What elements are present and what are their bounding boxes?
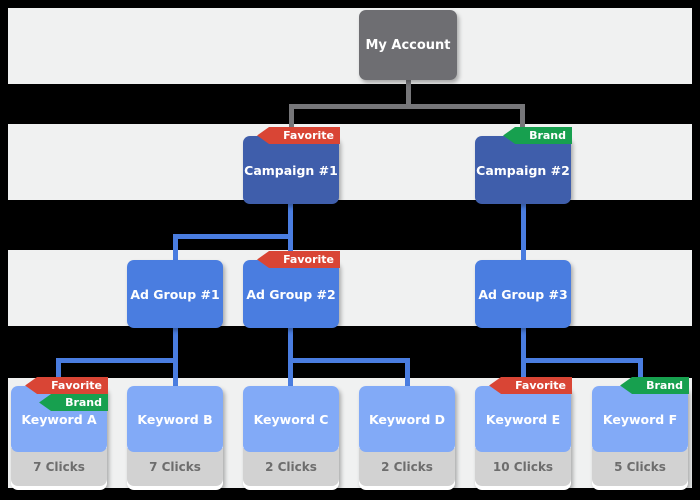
- node-adgroup-1[interactable]: Ad Group #1: [127, 260, 223, 328]
- keyword-e-head: Keyword E: [475, 386, 571, 452]
- connector-account-to-camp1: [289, 104, 294, 130]
- connector-adgroup2-bus: [288, 358, 410, 363]
- node-keyword-e[interactable]: Favorite Keyword E 10 Clicks: [475, 377, 572, 490]
- node-label-adgroup-1: Ad Group #1: [130, 286, 220, 302]
- connector-adgroup2-to-keywordD: [405, 358, 410, 386]
- keyword-f-metric: 5 Clicks: [592, 448, 688, 486]
- node-label-adgroup-3: Ad Group #3: [478, 286, 568, 302]
- metric-value-keyword-a: 7 Clicks: [33, 460, 85, 474]
- connector-account-bus: [289, 104, 525, 109]
- connector-adgroup1-to-keywordB: [173, 358, 178, 386]
- node-label-keyword-e: Keyword E: [485, 411, 561, 427]
- metric-value-keyword-c: 2 Clicks: [265, 460, 317, 474]
- node-campaign-2[interactable]: Brand Campaign #2: [475, 127, 572, 204]
- metric-value-keyword-b: 7 Clicks: [149, 460, 201, 474]
- connector-adgroup1-to-keywordA: [56, 358, 61, 386]
- keyword-a-head: Keyword A: [11, 386, 107, 452]
- node-campaign-1[interactable]: Favorite Campaign #1: [243, 127, 340, 204]
- connector-adgroup2-to-keywordC: [288, 358, 293, 386]
- connector-camp1-to-adgroup1: [173, 234, 178, 260]
- keyword-d-head: Keyword D: [359, 386, 455, 452]
- connector-account-stem: [406, 78, 411, 104]
- diagram-canvas: My Account Favorite Campaign #1 Brand Ca…: [0, 0, 700, 500]
- connector-camp2-to-adgroup3: [521, 198, 526, 260]
- keyword-b-head: Keyword B: [127, 386, 223, 452]
- keyword-b-metric: 7 Clicks: [127, 448, 223, 486]
- connector-adgroup3-to-keywordE: [521, 358, 526, 386]
- node-my-account[interactable]: My Account: [359, 10, 457, 80]
- connector-adgroup3-bus: [521, 358, 643, 363]
- node-keyword-c[interactable]: Keyword C 2 Clicks: [243, 386, 339, 490]
- keyword-d-metric: 2 Clicks: [359, 448, 455, 486]
- node-keyword-b[interactable]: Keyword B 7 Clicks: [127, 386, 223, 490]
- connector-adgroup3-to-keywordF: [638, 358, 643, 386]
- node-label-keyword-c: Keyword C: [253, 411, 329, 427]
- node-keyword-d[interactable]: Keyword D 2 Clicks: [359, 386, 455, 490]
- node-label-keyword-a: Keyword A: [21, 411, 97, 427]
- node-label-campaign-1: Campaign #1: [244, 162, 338, 178]
- level-band-account: [8, 8, 692, 84]
- metric-value-keyword-f: 5 Clicks: [614, 460, 666, 474]
- level-band-keyword: [8, 378, 692, 488]
- metric-value-keyword-e: 10 Clicks: [492, 460, 554, 474]
- node-label-account: My Account: [365, 37, 451, 53]
- connector-camp1-to-adgroup2: [288, 234, 293, 260]
- connector-camp1-bus: [173, 234, 293, 239]
- keyword-f-head: Keyword F: [592, 386, 688, 452]
- level-band-campaign: [8, 124, 692, 200]
- node-adgroup-3[interactable]: Ad Group #3: [475, 260, 571, 328]
- node-keyword-f[interactable]: Brand Keyword F 5 Clicks: [592, 377, 689, 490]
- node-label-keyword-f: Keyword F: [602, 411, 678, 427]
- level-band-adgroup: [8, 250, 692, 326]
- node-label-campaign-2: Campaign #2: [476, 162, 570, 178]
- node-label-adgroup-2: Ad Group #2: [246, 286, 336, 302]
- connector-adgroup2-stem: [288, 324, 293, 362]
- connector-account-to-camp2: [520, 104, 525, 130]
- connector-adgroup1-stem: [173, 324, 178, 362]
- keyword-a-metric: 7 Clicks: [11, 448, 107, 486]
- node-keyword-a[interactable]: Favorite Brand Keyword A 7 Clicks: [11, 377, 108, 490]
- keyword-c-head: Keyword C: [243, 386, 339, 452]
- metric-value-keyword-d: 2 Clicks: [381, 460, 433, 474]
- keyword-e-metric: 10 Clicks: [475, 448, 571, 486]
- node-adgroup-2[interactable]: Favorite Ad Group #2: [243, 251, 340, 328]
- keyword-c-metric: 2 Clicks: [243, 448, 339, 486]
- node-label-keyword-b: Keyword B: [137, 411, 213, 427]
- connector-adgroup1-bus: [56, 358, 178, 363]
- node-label-keyword-d: Keyword D: [368, 411, 446, 427]
- connector-adgroup3-stem: [521, 324, 526, 362]
